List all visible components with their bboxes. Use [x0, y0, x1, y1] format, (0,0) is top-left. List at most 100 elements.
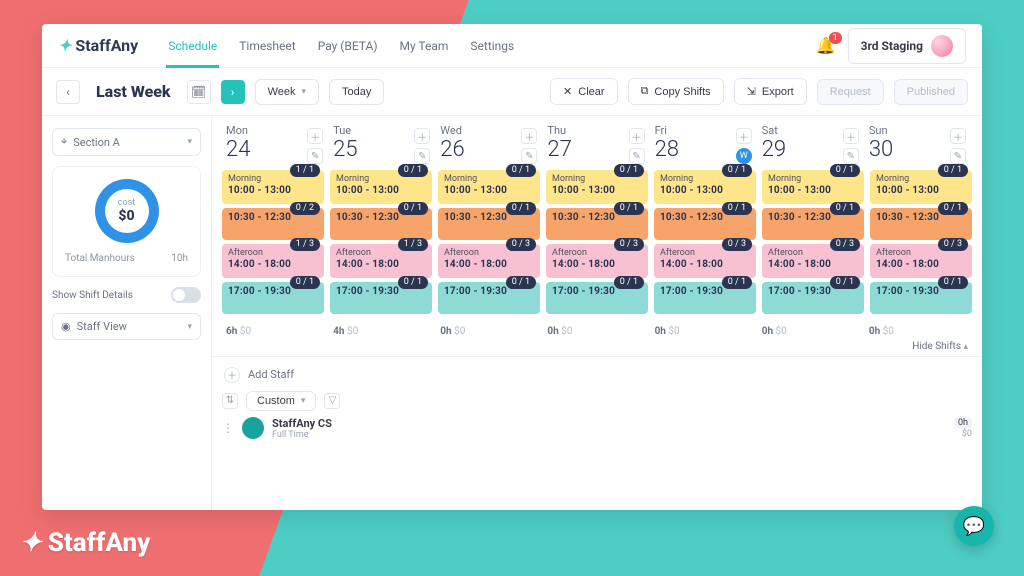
schedule-grid: Mon24＋✎Tue25＋✎Wed26＋✎Thu27＋✎Fri28＋WSat29… [212, 116, 982, 510]
section-name: Section A [73, 136, 120, 149]
shift-cell[interactable]: 0 / 1Morning10:00 - 13:00 [762, 170, 864, 204]
shift-cell[interactable]: 0 / 210:30 - 12:30 [222, 208, 324, 240]
chat-fab[interactable]: 💬 [954, 506, 994, 546]
filter-button[interactable]: ▽ [324, 393, 340, 409]
shift-cell[interactable]: 0 / 1Morning10:00 - 13:00 [330, 170, 432, 204]
nav-item[interactable]: Pay (BETA) [316, 25, 380, 67]
schedule-toolbar: ‹ Last Week 🗓 › Week ▾ Today ✕ Clear ⧉ C… [42, 68, 982, 116]
avatar [242, 417, 264, 439]
prev-week-button[interactable]: ‹ [56, 80, 80, 104]
shift-cell[interactable]: 0 / 1Morning10:00 - 13:00 [870, 170, 972, 204]
avatar [931, 35, 953, 57]
brand-name: StaffAny [75, 36, 138, 55]
edit-day-button[interactable]: ✎ [843, 148, 859, 164]
add-shift-button[interactable]: ＋ [414, 128, 430, 144]
fill-badge: 0 / 1 [722, 202, 752, 215]
location-icon: ⌖ [61, 135, 67, 149]
day-column-header: Tue25＋✎ [329, 124, 436, 162]
nav-item[interactable]: Settings [468, 25, 516, 67]
day-column-header: Fri28＋W [651, 124, 758, 162]
shift-cell[interactable]: 1 / 3Afteroon14:00 - 18:00 [222, 244, 324, 278]
fill-badge: 0 / 1 [398, 202, 428, 215]
notification-badge: 1 [829, 32, 842, 44]
add-shift-button[interactable]: ＋ [843, 128, 859, 144]
next-week-button[interactable]: › [221, 80, 245, 104]
shift-cell[interactable]: 0 / 110:30 - 12:30 [546, 208, 648, 240]
add-staff-button[interactable]: ＋ Add Staff [222, 363, 972, 387]
shift-time: 14:00 - 18:00 [336, 259, 426, 272]
shift-time: 14:00 - 18:00 [876, 259, 966, 272]
fill-badge: 0 / 1 [722, 276, 752, 289]
fill-badge: 1 / 3 [290, 238, 320, 251]
shift-time: 10:00 - 13:00 [336, 185, 426, 198]
shift-cell[interactable]: 0 / 1Morning10:00 - 13:00 [546, 170, 648, 204]
fill-badge: 0 / 1 [830, 202, 860, 215]
section-select[interactable]: ⌖ Section A ▾ [52, 128, 201, 156]
day-column-header: Thu27＋✎ [543, 124, 650, 162]
fill-badge: 0 / 1 [614, 164, 644, 177]
shift-row: 0 / 117:00 - 19:300 / 117:00 - 19:300 / … [222, 282, 972, 314]
edit-day-button[interactable]: ✎ [521, 148, 537, 164]
sort-select[interactable]: Custom ▾ [246, 391, 316, 411]
sort-button[interactable]: ⇅ [222, 393, 238, 409]
shift-cell[interactable]: 0 / 3Afteroon14:00 - 18:00 [762, 244, 864, 278]
shift-cell[interactable]: 0 / 117:00 - 19:30 [870, 282, 972, 314]
cost-card: cost $0 Total Manhours 10h [52, 166, 201, 277]
published-button: Published [894, 79, 968, 105]
nav-item[interactable]: Schedule [166, 25, 219, 67]
shift-cell[interactable]: 0 / 3Afteroon14:00 - 18:00 [546, 244, 648, 278]
copy-shifts-button[interactable]: ⧉ Copy Shifts [628, 78, 724, 105]
nav-item[interactable]: My Team [398, 25, 451, 67]
edit-day-button[interactable]: ✎ [950, 148, 966, 164]
view-select[interactable]: ◉ Staff View ▾ [52, 313, 201, 340]
fill-badge: 0 / 3 [614, 238, 644, 251]
manhours-label: Total Manhours [65, 253, 135, 264]
shift-cell[interactable]: 0 / 110:30 - 12:30 [654, 208, 756, 240]
add-shift-button[interactable]: ＋ [629, 128, 645, 144]
drag-handle-icon[interactable]: ⋮ [222, 421, 234, 435]
workspace-switcher[interactable]: 3rd Staging [848, 28, 966, 64]
shift-cell[interactable]: 0 / 117:00 - 19:30 [222, 282, 324, 314]
shift-cell[interactable]: 0 / 3Afteroon14:00 - 18:00 [438, 244, 540, 278]
shift-cell[interactable]: 0 / 117:00 - 19:30 [438, 282, 540, 314]
shift-cell[interactable]: 0 / 117:00 - 19:30 [654, 282, 756, 314]
shift-cell[interactable]: 0 / 117:00 - 19:30 [330, 282, 432, 314]
shift-cell[interactable]: 0 / 117:00 - 19:30 [546, 282, 648, 314]
add-shift-button[interactable]: ＋ [307, 128, 323, 144]
shift-time: 10:00 - 13:00 [876, 185, 966, 198]
notifications-button[interactable]: 🔔 1 [816, 36, 836, 55]
export-button[interactable]: ⇲ Export [734, 78, 807, 105]
show-details-toggle[interactable]: Show Shift Details [52, 287, 201, 303]
today-button[interactable]: Today [329, 79, 384, 105]
shift-cell[interactable]: 0 / 117:00 - 19:30 [762, 282, 864, 314]
chevron-down-icon: ▾ [302, 86, 307, 97]
day-summary-row: 6h $04h $00h $00h $00h $00h $00h $0 [212, 318, 982, 341]
edit-day-button[interactable]: ✎ [414, 148, 430, 164]
shift-cell[interactable]: 1 / 3Afteroon14:00 - 18:00 [330, 244, 432, 278]
hide-shifts-button[interactable]: Hide Shifts ▴ [212, 341, 982, 356]
clear-button[interactable]: ✕ Clear [550, 78, 618, 105]
shift-cell[interactable]: 1 / 1Morning10:00 - 13:00 [222, 170, 324, 204]
add-shift-button[interactable]: ＋ [521, 128, 537, 144]
day-summary-cell: 6h $0 [222, 326, 329, 337]
shift-cell[interactable]: 0 / 3Afteroon14:00 - 18:00 [870, 244, 972, 278]
edit-day-button[interactable]: ✎ [629, 148, 645, 164]
nav-item[interactable]: Timesheet [237, 25, 297, 67]
add-shift-button[interactable]: ＋ [736, 128, 752, 144]
shift-cell[interactable]: 0 / 1Morning10:00 - 13:00 [438, 170, 540, 204]
fill-badge: 0 / 3 [830, 238, 860, 251]
shift-cell[interactable]: 0 / 110:30 - 12:30 [762, 208, 864, 240]
shift-time: 14:00 - 18:00 [228, 259, 318, 272]
date-picker-button[interactable]: 🗓 [187, 80, 211, 104]
shift-cell[interactable]: 0 / 110:30 - 12:30 [870, 208, 972, 240]
staff-row[interactable]: ⋮ StaffAny CS Full Time 0h $0 [222, 417, 972, 440]
shift-cell[interactable]: 0 / 110:30 - 12:30 [330, 208, 432, 240]
shift-cell[interactable]: 0 / 1Morning10:00 - 13:00 [654, 170, 756, 204]
shift-cell[interactable]: 0 / 3Afteroon14:00 - 18:00 [654, 244, 756, 278]
shift-row: 0 / 210:30 - 12:300 / 110:30 - 12:300 / … [222, 208, 972, 240]
shift-cell[interactable]: 0 / 110:30 - 12:30 [438, 208, 540, 240]
period-select[interactable]: Week ▾ [255, 79, 319, 105]
edit-day-button[interactable]: ✎ [307, 148, 323, 164]
shift-row: 1 / 1Morning10:00 - 13:000 / 1Morning10:… [222, 170, 972, 204]
add-shift-button[interactable]: ＋ [950, 128, 966, 144]
